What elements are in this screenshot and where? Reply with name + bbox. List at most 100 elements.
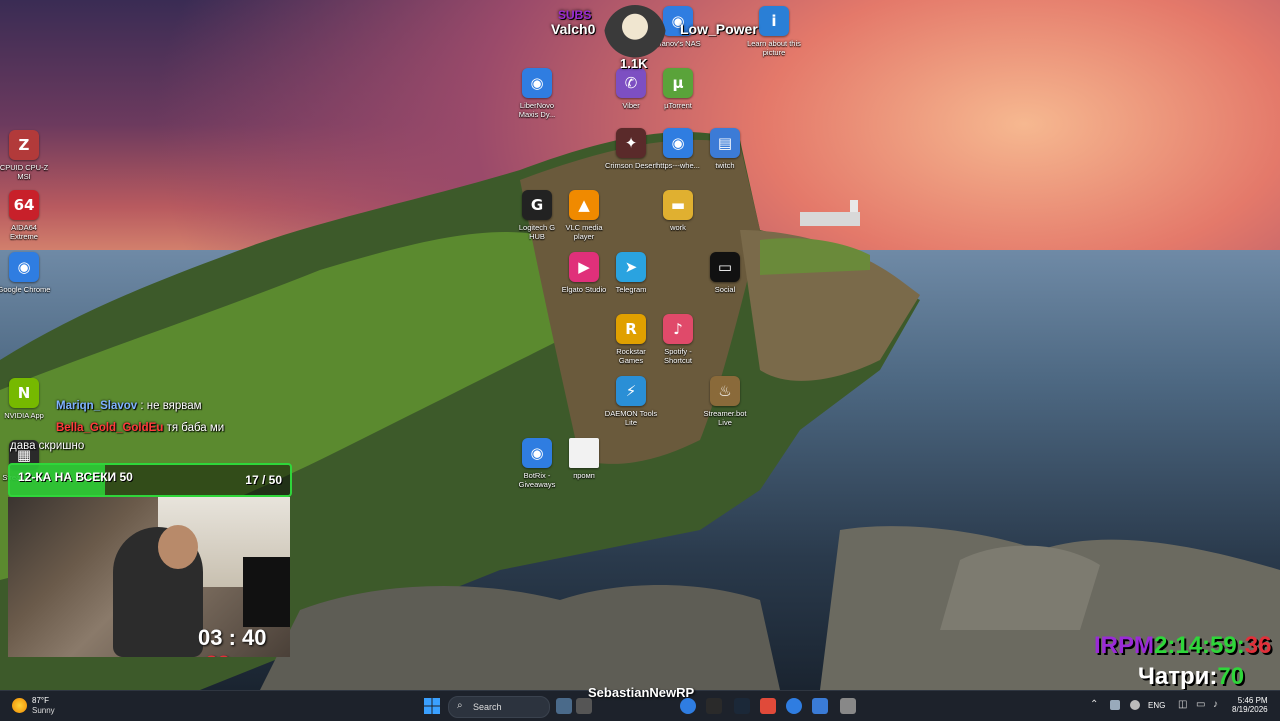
desktop-icon-label: Telegram xyxy=(615,285,647,294)
app-icon: µ xyxy=(663,68,693,98)
desktop-icon-label: Google Chrome xyxy=(0,285,51,294)
app-icon: ◉ xyxy=(9,252,39,282)
now-playing-label: SebastianNewRP xyxy=(588,685,695,700)
start-button[interactable] xyxy=(424,698,440,714)
desktop-icon-label: https---whe... xyxy=(656,161,700,170)
desktop-icon[interactable]: ▤ twitch xyxy=(698,128,752,170)
weather-temp: 87°F xyxy=(32,696,49,705)
desktop-icon[interactable]: ♨ Streamer.bot Live xyxy=(698,376,752,427)
desktop-icon[interactable]: G Logitech G HUB xyxy=(510,190,564,241)
app-icon: ▲ xyxy=(569,190,599,220)
app-icon xyxy=(569,438,599,468)
desktop-icon-label: промп xyxy=(573,471,595,480)
settings-icon[interactable] xyxy=(840,698,856,714)
tray-cloud-icon[interactable] xyxy=(1130,700,1140,710)
desktop-icon-label: Logitech G HUB xyxy=(518,223,556,241)
desktop-icon-label: Spotify - Shortcut xyxy=(664,347,692,365)
counter-overlay: Чатри:70 xyxy=(1138,663,1244,691)
taskbar: 87°F Sunny ⌕ Search SebastianNewRP ⌃ ENG… xyxy=(0,685,1280,721)
app-icon: N xyxy=(9,378,39,408)
chrome-icon[interactable] xyxy=(680,698,696,714)
desktop-icon[interactable]: 64 AIDA64 Extreme xyxy=(0,190,51,241)
weather-widget[interactable]: 87°F Sunny xyxy=(12,695,72,717)
app-icon: ▶ xyxy=(569,252,599,282)
timer-seconds: 36 xyxy=(1244,632,1272,659)
desktop-icon-label: Social xyxy=(714,285,736,294)
tray-display-icon[interactable]: ▭ xyxy=(1196,699,1205,710)
app-icon: ♪ xyxy=(663,314,693,344)
desktop-icon-label: Elgato Studio xyxy=(561,285,607,294)
webcam-monitor xyxy=(243,557,290,627)
app-icon[interactable] xyxy=(760,698,776,714)
desktop-icon-label: Learn about this picture xyxy=(747,39,801,57)
goal-bar: 12-КА НА ВСЕКИ 50 17 / 50 xyxy=(8,463,292,497)
desktop-icon[interactable]: µ µTorrent xyxy=(651,68,705,110)
desktop-icon[interactable]: R Rockstar Games xyxy=(604,314,658,365)
app-icon: ✦ xyxy=(616,128,646,158)
app-icon[interactable] xyxy=(576,698,592,714)
timer-separator: : xyxy=(1236,632,1245,659)
desktop-icon[interactable]: ◉ LiberNovo Maxis Dy... xyxy=(510,68,564,119)
desktop-icon[interactable]: ➤ Telegram xyxy=(604,252,658,294)
desktop-icon[interactable]: ▲ VLC media player xyxy=(557,190,611,241)
desktop-icon-label: VLC media player xyxy=(565,223,603,241)
desktop-icon[interactable]: промп xyxy=(557,438,611,480)
app-icon[interactable] xyxy=(706,698,722,714)
webcam-feed: 03 : 40 :32 xyxy=(8,497,290,657)
webcam-head xyxy=(158,525,198,569)
weather-desc: Sunny xyxy=(32,706,55,715)
app-icon[interactable] xyxy=(812,698,828,714)
desktop-icon[interactable]: ♪ Spotify - Shortcut xyxy=(651,314,705,365)
goal-label: 12-КА НА ВСЕКИ 50 xyxy=(18,470,133,484)
tray-chevron-icon[interactable]: ⌃ xyxy=(1090,699,1098,710)
app-icon: G xyxy=(522,190,552,220)
tray-app-icon[interactable] xyxy=(1110,700,1120,710)
chat-username: Mariqn_Slavov xyxy=(56,400,138,412)
timer-main: 2:14:59 xyxy=(1154,632,1237,659)
chat-text: дава скришно xyxy=(10,440,85,452)
tray-network-icon[interactable]: ◫ xyxy=(1178,699,1187,710)
steam-icon[interactable] xyxy=(734,698,750,714)
search-box[interactable]: ⌕ Search xyxy=(448,696,550,718)
desktop-icon-label: DAEMON Tools Lite xyxy=(604,409,658,427)
tray-lang[interactable]: ENG xyxy=(1148,701,1165,710)
desktop-icon-label: µTorrent xyxy=(664,101,692,110)
app-icon: 64 xyxy=(9,190,39,220)
app-icon: ♨ xyxy=(710,376,740,406)
app-icon: R xyxy=(616,314,646,344)
desktop-icon-label: Rockstar Games xyxy=(616,347,646,365)
desktop-icon-label: CPUID CPU-Z MSI xyxy=(0,163,49,181)
desktop-icon[interactable]: ▬ work xyxy=(651,190,705,232)
desktop-icon[interactable]: Z CPUID CPU-Z MSI xyxy=(0,130,51,181)
chat-message: Bella_Gold_GoldEu тя баба ми xyxy=(56,422,224,434)
desktop-icon[interactable]: ✦ Crimson Desert xyxy=(604,128,658,170)
search-placeholder: Search xyxy=(473,702,502,712)
desktop-icon-label: Streamer.bot Live xyxy=(703,409,747,427)
task-view-icon[interactable] xyxy=(556,698,572,714)
tray-volume-icon[interactable]: ♪ xyxy=(1213,699,1218,710)
desktop-icon[interactable]: ◉ https---whe... xyxy=(651,128,705,170)
timer-prefix: IRPM xyxy=(1094,632,1154,659)
app-icon: ▭ xyxy=(710,252,740,282)
desktop-icon[interactable]: ▭ Social xyxy=(698,252,752,294)
app-icon: ◉ xyxy=(522,438,552,468)
desktop-icon[interactable]: ◉ Google Chrome xyxy=(0,252,51,294)
clock[interactable]: 5:46 PM 8/19/2026 xyxy=(1232,696,1268,714)
chrome-icon[interactable] xyxy=(786,698,802,714)
app-icon: ✆ xyxy=(616,68,646,98)
chat-text: : не вярвам xyxy=(140,400,202,412)
desktop-icon[interactable]: ◉ BotRix - Giveaways xyxy=(510,438,564,489)
desktop-icon-label: Crimson Desert xyxy=(604,161,658,170)
clock-time: 5:46 PM xyxy=(1237,696,1268,705)
counter-label: Чатри: xyxy=(1138,663,1218,690)
app-icon: ▬ xyxy=(663,190,693,220)
webcam-timer: 03 : 40 :32 xyxy=(198,625,290,657)
desktop-icon[interactable]: ⚡ DAEMON Tools Lite xyxy=(604,376,658,427)
desktop-icon[interactable]: ▶ Elgato Studio xyxy=(557,252,611,294)
chat-message: дава скришно xyxy=(10,440,84,452)
desktop-icon-label: AIDA64 Extreme xyxy=(10,223,38,241)
desktop-icon[interactable]: N NVIDIA App xyxy=(0,378,51,420)
desktop-icon[interactable]: ✆ Viber xyxy=(604,68,658,110)
follower-count: 1.1K xyxy=(620,56,648,71)
stream-timer: IRPM2:14:59:36 xyxy=(1094,632,1271,660)
